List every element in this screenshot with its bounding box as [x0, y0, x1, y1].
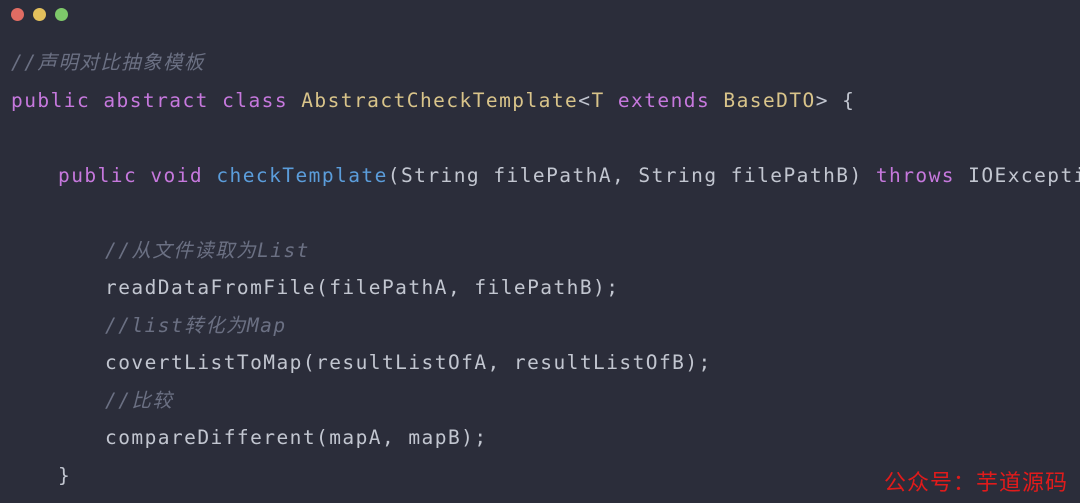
code-token-type: BaseDTO — [723, 88, 816, 112]
maximize-button[interactable] — [55, 7, 68, 21]
code-token-plain: < — [578, 88, 592, 112]
code-token-type: AbstractCheckTemplate — [301, 88, 579, 112]
code-token-keyword: throws — [875, 163, 955, 187]
code-line: //声明对比抽象模板 — [0, 44, 1080, 82]
code-token-function: checkTemplate — [216, 163, 388, 187]
code-token-keyword: void — [150, 163, 204, 187]
code-line: public abstract class AbstractCheckTempl… — [0, 82, 1080, 120]
code-screenshot-window: //声明对比抽象模板 public abstract class Abstract… — [0, 0, 1080, 503]
code-line: //list转化为Map — [0, 307, 1080, 345]
code-token-keyword: extends — [617, 88, 711, 112]
code-token-plain: covertListToMap(resultListOfA, resultLis… — [105, 351, 712, 374]
code-token-comment: //从文件读取为List — [105, 238, 310, 262]
window-titlebar — [0, 0, 1080, 28]
code-line: public void checkTemplate(String filePat… — [0, 157, 1080, 195]
code-token-plain: } — [58, 463, 72, 487]
code-token-keyword: public — [11, 88, 91, 112]
code-token-keyword: class — [222, 88, 289, 112]
code-token-plain: (String filePathA, String filePathB) — [387, 163, 876, 187]
code-token-keyword: abstract — [103, 88, 209, 112]
code-line: //从文件读取为List — [0, 232, 1080, 270]
minimize-button[interactable] — [33, 7, 46, 21]
code-token-plain: IOException { — [968, 163, 1080, 187]
code-token-keyword: public — [58, 163, 138, 187]
code-token-comment: //声明对比抽象模板 — [11, 51, 205, 74]
code-token-comment: //list转化为Map — [105, 313, 287, 337]
code-token-comment: //比较 — [105, 388, 174, 412]
code-editor-content: //声明对比抽象模板 public abstract class Abstract… — [0, 28, 1080, 503]
code-token-plain: readDataFromFile(filePathA, filePathB); — [105, 276, 620, 299]
code-line: //比较 — [0, 382, 1080, 420]
watermark-label: 公众号：芋道源码 — [883, 471, 1068, 496]
code-token-plain: compareDifferent(mapA, mapB); — [105, 426, 488, 449]
code-line: compareDifferent(mapA, mapB); — [0, 419, 1080, 457]
code-line: covertListToMap(resultListOfA, resultLis… — [0, 344, 1080, 382]
code-token-plain: > { — [815, 88, 856, 112]
close-button[interactable] — [11, 7, 24, 21]
code-token-type: T — [591, 88, 605, 112]
code-line: readDataFromFile(filePathA, filePathB); — [0, 269, 1080, 307]
